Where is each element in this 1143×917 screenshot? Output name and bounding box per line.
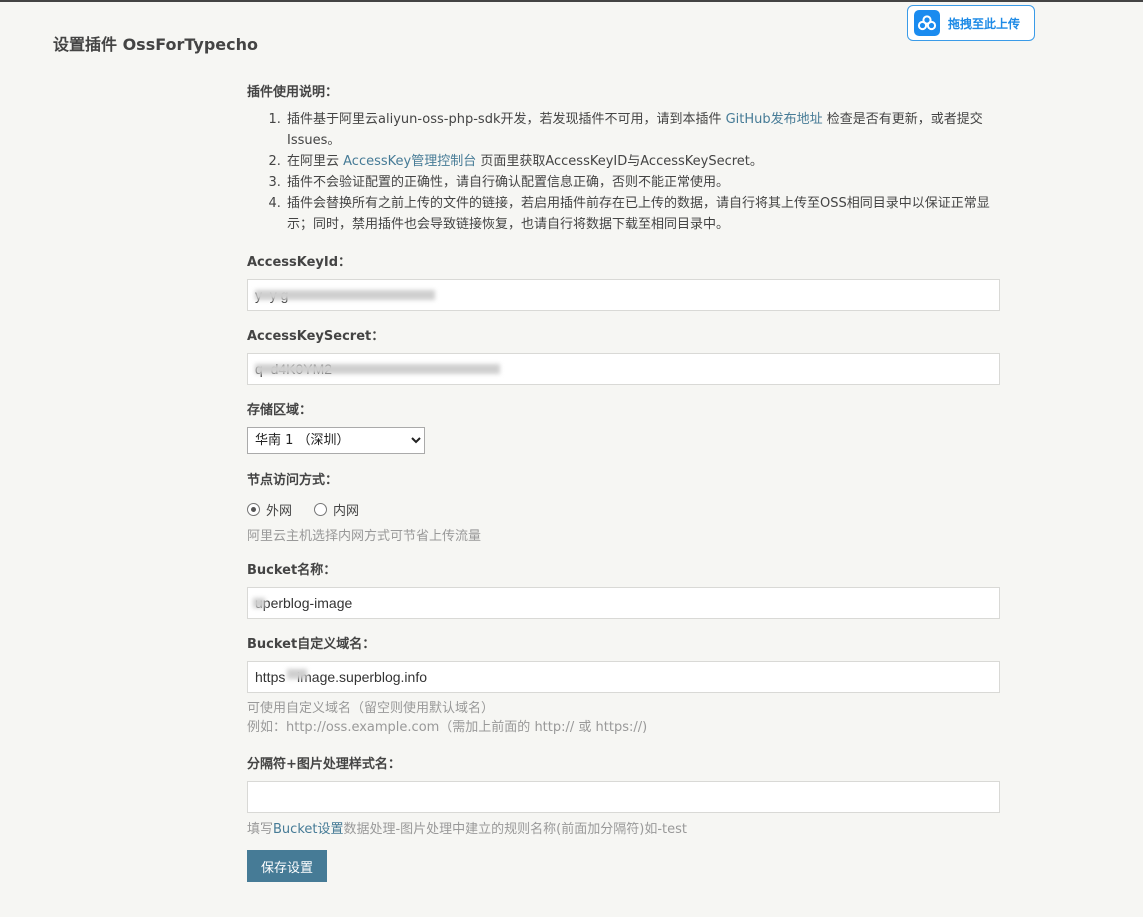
style-name-label: 分隔符+图片处理样式名： — [247, 757, 401, 772]
style-name-description: 填写Bucket设置数据处理-图片处理中建立的规则名称(前面加分隔符)如-tes… — [247, 822, 687, 837]
save-settings-button[interactable]: 保存设置 — [247, 850, 327, 882]
instruction-item: 插件会替换所有之前上传的文件的链接，若启用插件前存在已上传的数据，请自行将其上传… — [285, 193, 1007, 235]
bucket-settings-link[interactable]: Bucket设置 — [273, 822, 343, 837]
redacted-overlay — [255, 364, 500, 374]
region-label: 存储区域： — [247, 403, 313, 418]
redacted-overlay — [253, 598, 265, 608]
bucket-name-input[interactable] — [247, 587, 1000, 619]
bucket-domain-example: 例如：http://oss.example.com（需加上前面的 http://… — [247, 720, 648, 735]
instructions-list: 插件基于阿里云aliyun-oss-php-sdk开发，若发现插件不可用，请到本… — [247, 109, 1007, 235]
page-title: 设置插件 OssForTypecho — [53, 35, 259, 54]
access-key-id-field: AccessKeyId： — [247, 251, 1000, 311]
style-name-input[interactable] — [247, 781, 1000, 813]
endpoint-description: 阿里云主机选择内网方式可节省上传流量 — [247, 529, 482, 544]
radio-external-label[interactable]: 外网 — [266, 500, 292, 519]
access-key-secret-field: AccessKeySecret： — [247, 325, 1000, 385]
bucket-domain-label: Bucket自定义域名： — [247, 637, 376, 652]
upload-button-label: 拖拽至此上传 — [948, 16, 1021, 31]
redacted-overlay — [287, 669, 307, 679]
github-release-link[interactable]: GitHub发布地址 — [726, 112, 823, 127]
style-name-field: 分隔符+图片处理样式名： 填写Bucket设置数据处理-图片处理中建立的规则名称… — [247, 753, 1000, 839]
instructions-section: 插件使用说明： 插件基于阿里云aliyun-oss-php-sdk开发，若发现插… — [247, 81, 1007, 235]
bucket-name-label: Bucket名称： — [247, 563, 337, 578]
radio-internal[interactable] — [314, 503, 328, 516]
endpoint-field: 节点访问方式： 外网 内网 阿里云主机选择内网方式可节省上传流量 — [247, 469, 1000, 546]
bucket-name-field: Bucket名称： — [247, 559, 1000, 619]
region-field: 存储区域： 华南 1 （深圳） — [247, 399, 1000, 454]
endpoint-label: 节点访问方式： — [247, 473, 339, 488]
cloud-upload-icon — [914, 10, 940, 36]
radio-internal-label[interactable]: 内网 — [333, 500, 359, 519]
instructions-heading: 插件使用说明： — [247, 85, 339, 100]
redacted-overlay — [255, 290, 435, 300]
access-key-id-label: AccessKeyId： — [247, 255, 352, 270]
bucket-domain-input[interactable] — [247, 661, 1000, 693]
region-select[interactable]: 华南 1 （深圳） — [247, 427, 425, 454]
instruction-item: 在阿里云 AccessKey管理控制台 页面里获取AccessKeyID与Acc… — [285, 151, 1007, 172]
access-key-secret-label: AccessKeySecret： — [247, 329, 385, 344]
instruction-item: 插件基于阿里云aliyun-oss-php-sdk开发，若发现插件不可用，请到本… — [285, 109, 1007, 151]
accesskey-console-link[interactable]: AccessKey管理控制台 — [343, 154, 476, 169]
instruction-item: 插件不会验证配置的正确性，请自行确认配置信息正确，否则不能正常使用。 — [285, 172, 1007, 193]
endpoint-radio-group: 外网 内网 — [247, 500, 1000, 519]
radio-external[interactable] — [247, 503, 260, 516]
bucket-domain-field: Bucket自定义域名： 可使用自定义域名（留空则使用默认域名） 例如：http… — [247, 633, 1000, 737]
upload-button[interactable]: 拖拽至此上传 — [907, 5, 1035, 41]
bucket-domain-hint: 可使用自定义域名（留空则使用默认域名） — [247, 701, 495, 716]
